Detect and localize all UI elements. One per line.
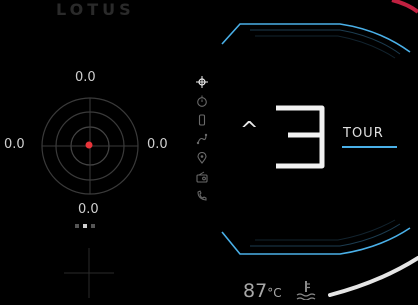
phone-call-icon[interactable] (194, 188, 210, 204)
page-dot[interactable] (91, 224, 95, 228)
coolant-temp-value: 87 (243, 280, 268, 302)
menu-icon-column (192, 74, 212, 207)
g-value-bottom: 0.0 (78, 202, 99, 217)
coolant-temperature: 87°C (243, 280, 282, 302)
phone-device-icon[interactable] (194, 112, 210, 128)
gear-number-display: 3 (276, 105, 325, 169)
drive-mode-underline (342, 146, 397, 148)
g-value-right: 0.0 (147, 137, 168, 152)
page-dot[interactable] (83, 224, 87, 228)
drive-mode-label[interactable]: TOUR (343, 126, 384, 141)
crosshair-decoration (64, 248, 114, 298)
crosshair-icon[interactable] (194, 74, 210, 90)
coolant-temp-unit: °C (267, 286, 282, 300)
route-icon[interactable] (194, 131, 210, 147)
page-dot[interactable] (75, 224, 79, 228)
radio-icon[interactable] (194, 169, 210, 185)
g-force-dot (85, 141, 93, 149)
g-meter-target (41, 97, 139, 195)
stopwatch-icon[interactable] (194, 93, 210, 109)
coolant-temperature-icon (296, 281, 316, 300)
location-pin-icon[interactable] (194, 150, 210, 166)
gear-shift-up-indicator: ^ (240, 118, 259, 143)
g-value-left: 0.0 (4, 137, 25, 152)
g-value-top: 0.0 (75, 70, 96, 85)
page-indicator[interactable] (75, 224, 95, 228)
